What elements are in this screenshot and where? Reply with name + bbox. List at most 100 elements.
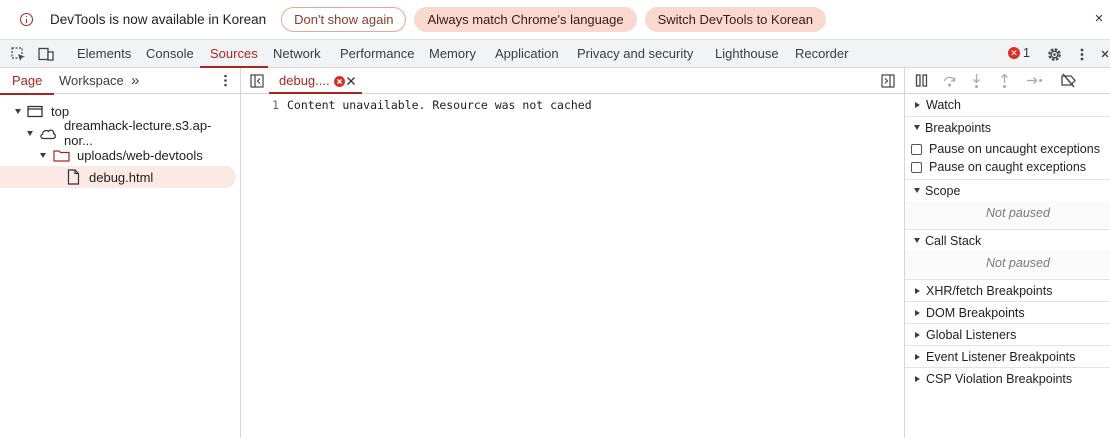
navigator-tabs: Page Workspace » xyxy=(0,68,240,95)
editor-panel: debug.... 1 Content unavailable. Resourc… xyxy=(241,68,904,438)
tab-network[interactable]: Network xyxy=(273,40,321,68)
expand-arrow-icon[interactable] xyxy=(40,152,46,158)
pause-caught-checkbox[interactable] xyxy=(911,161,922,173)
always-match-language-button[interactable]: Always match Chrome's language xyxy=(414,7,637,32)
csp-violation-breakpoints-label: CSP Violation Breakpoints xyxy=(926,371,1073,386)
tree-item-label: top xyxy=(51,103,70,119)
pause-icon[interactable] xyxy=(915,74,928,87)
collapse-arrow-icon xyxy=(914,238,920,243)
pause-uncaught-option[interactable]: Pause on uncaught exceptions xyxy=(911,140,1100,158)
frame-icon xyxy=(27,105,43,118)
active-tab-indicator xyxy=(269,92,362,94)
tab-memory[interactable]: Memory xyxy=(429,40,476,68)
call-stack-section-header[interactable]: Call Stack xyxy=(905,229,1110,251)
global-listeners-label: Global Listeners xyxy=(926,327,1017,342)
expand-arrow-icon xyxy=(915,102,920,108)
pause-caught-label: Pause on caught exceptions xyxy=(929,160,1087,174)
editor-file-tab[interactable]: debug.... xyxy=(279,68,330,94)
expand-arrow-icon xyxy=(915,309,920,316)
more-options-icon[interactable] xyxy=(1079,47,1093,61)
tab-console[interactable]: Console xyxy=(146,40,194,68)
step-out-icon[interactable] xyxy=(999,73,1010,89)
global-listeners-section-header[interactable]: Global Listeners xyxy=(905,323,1110,345)
tab-privacy-security[interactable]: Privacy and security xyxy=(577,40,693,68)
navigator-tab-workspace[interactable]: Workspace xyxy=(59,68,124,94)
error-count: 1 xyxy=(1023,46,1030,60)
step-icon[interactable] xyxy=(1026,75,1043,86)
tree-item-label: debug.html xyxy=(89,169,154,185)
navigator-panel: Page Workspace » top dreamhack-lecture.s… xyxy=(0,68,241,438)
scope-section-header[interactable]: Scope xyxy=(905,179,1110,201)
tree-item-domain[interactable]: dreamhack-lecture.s3.ap-nor... xyxy=(0,118,236,148)
collapse-arrow-icon xyxy=(914,188,920,193)
pause-caught-option[interactable]: Pause on caught exceptions xyxy=(911,158,1086,176)
watch-section-header[interactable]: Watch xyxy=(905,94,1110,116)
deactivate-breakpoints-icon[interactable] xyxy=(1060,73,1077,88)
infobar-message: DevTools is now available in Korean xyxy=(50,12,267,27)
folder-icon xyxy=(53,149,70,162)
line-number: 1 xyxy=(272,98,279,112)
inspect-element-icon[interactable] xyxy=(11,47,25,61)
scope-label: Scope xyxy=(925,183,961,198)
line-content: Content unavailable. Resource was not ca… xyxy=(287,98,592,112)
step-over-icon[interactable] xyxy=(942,73,957,88)
watch-label: Watch xyxy=(926,98,961,112)
scope-status: Not paused xyxy=(986,206,1050,220)
dom-breakpoints-section-header[interactable]: DOM Breakpoints xyxy=(905,301,1110,323)
breakpoints-section-header[interactable]: Breakpoints xyxy=(905,116,1110,138)
scope-body: Not paused xyxy=(905,201,1110,227)
tree-item-file-selected[interactable]: debug.html xyxy=(0,166,236,188)
switch-to-korean-button[interactable]: Switch DevTools to Korean xyxy=(644,7,826,32)
close-devtools-icon[interactable] xyxy=(1101,47,1110,61)
expand-arrow-icon xyxy=(915,375,920,382)
xhr-breakpoints-section-header[interactable]: XHR/fetch Breakpoints xyxy=(905,279,1110,301)
expand-arrow-icon xyxy=(915,331,920,338)
expand-arrow-icon xyxy=(915,287,920,294)
file-icon xyxy=(67,169,80,185)
call-stack-label: Call Stack xyxy=(925,233,982,248)
error-icon xyxy=(334,76,345,87)
dont-show-again-button[interactable]: Don't show again xyxy=(281,7,407,32)
toggle-navigator-icon[interactable] xyxy=(250,74,264,88)
collapse-arrow-icon xyxy=(914,125,920,130)
info-icon xyxy=(20,13,33,26)
editor-tab-bar: debug.... xyxy=(241,68,904,94)
navigator-menu-icon[interactable] xyxy=(223,73,228,88)
tab-application[interactable]: Application xyxy=(495,40,559,68)
debugger-toolbar xyxy=(905,68,1110,94)
tree-item-folder[interactable]: uploads/web-devtools xyxy=(0,144,236,166)
pause-uncaught-checkbox[interactable] xyxy=(911,143,922,155)
tab-sources[interactable]: Sources xyxy=(200,40,268,68)
close-infobar-icon[interactable]: × xyxy=(1091,11,1107,27)
pause-uncaught-label: Pause on uncaught exceptions xyxy=(929,142,1100,156)
step-into-icon[interactable] xyxy=(971,73,982,89)
device-toolbar-icon[interactable] xyxy=(38,47,54,61)
expand-arrow-icon[interactable] xyxy=(27,130,33,136)
tab-elements[interactable]: Elements xyxy=(77,40,131,68)
event-listener-breakpoints-label: Event Listener Breakpoints xyxy=(926,349,1076,364)
csp-violation-breakpoints-section-header[interactable]: CSP Violation Breakpoints xyxy=(905,367,1110,389)
toggle-debugger-icon[interactable] xyxy=(881,74,895,88)
close-tab-icon[interactable] xyxy=(346,76,356,86)
debugger-sidebar: Watch Breakpoints Pause on uncaught exce… xyxy=(904,68,1110,438)
navigator-tab-page[interactable]: Page xyxy=(0,68,55,95)
tab-performance[interactable]: Performance xyxy=(340,40,414,68)
xhr-breakpoints-label: XHR/fetch Breakpoints xyxy=(926,283,1053,298)
tab-recorder[interactable]: Recorder xyxy=(795,40,848,68)
call-stack-body: Not paused xyxy=(905,251,1110,277)
tab-lighthouse[interactable]: Lighthouse xyxy=(715,40,779,68)
cloud-icon xyxy=(39,127,57,140)
call-stack-status: Not paused xyxy=(986,256,1050,270)
expand-arrow-icon[interactable] xyxy=(15,108,21,114)
tree-item-label: uploads/web-devtools xyxy=(77,147,203,163)
more-tabs-chevron-icon[interactable]: » xyxy=(131,68,139,94)
dom-breakpoints-label: DOM Breakpoints xyxy=(926,305,1025,320)
main-tab-bar: Elements Console Sources Network Perform… xyxy=(0,40,1110,68)
breakpoints-label: Breakpoints xyxy=(925,120,992,135)
event-listener-breakpoints-section-header[interactable]: Event Listener Breakpoints xyxy=(905,345,1110,367)
error-icon: ✕ xyxy=(1008,47,1020,59)
language-infobar: DevTools is now available in Korean Don'… xyxy=(0,0,1110,40)
expand-arrow-icon xyxy=(915,353,920,360)
settings-gear-icon[interactable] xyxy=(1046,46,1061,61)
error-count-badge[interactable]: ✕ 1 xyxy=(1008,46,1030,60)
